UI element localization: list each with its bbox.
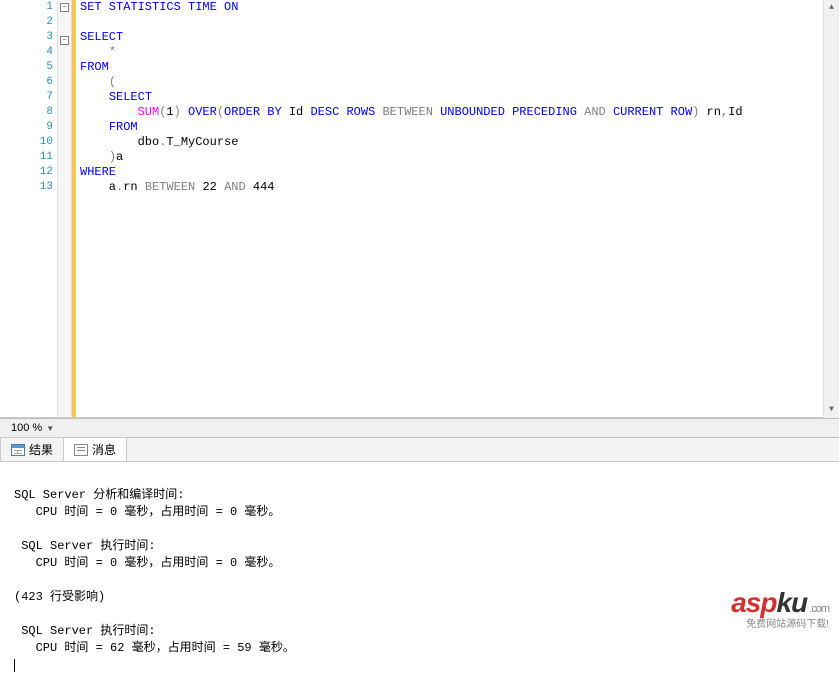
msg-exec1-line: CPU 时间 = 0 毫秒，占用时间 = 0 毫秒。 <box>14 556 280 570</box>
watermark-dotcom: .com <box>809 603 829 615</box>
text-cursor <box>14 659 15 672</box>
code-line[interactable]: ( <box>80 75 839 90</box>
code-line[interactable]: SELECT <box>80 30 839 45</box>
line-number: 8 <box>0 105 53 120</box>
zoom-dropdown[interactable]: 100 % ▼ <box>6 421 59 435</box>
watermark-ku: ku <box>776 587 807 618</box>
messages-icon <box>74 444 88 456</box>
watermark: aspku.com 免费网站源码下载! <box>731 587 829 630</box>
msg-exec2-line: CPU 时间 = 62 毫秒，占用时间 = 59 毫秒。 <box>14 641 295 655</box>
code-line[interactable]: )a <box>80 150 839 165</box>
code-line[interactable]: * <box>80 45 839 60</box>
watermark-sub: 免费网站源码下载! <box>731 615 829 630</box>
line-number: 5 <box>0 60 53 75</box>
line-number: 2 <box>0 15 53 30</box>
fold-gutter: −− <box>58 0 72 417</box>
watermark-asp: asp <box>731 587 776 618</box>
line-number: 4 <box>0 45 53 60</box>
line-number: 6 <box>0 75 53 90</box>
results-tabs: 结果 消息 <box>0 438 839 462</box>
grid-icon <box>11 444 25 456</box>
scroll-up-button[interactable]: ▲ <box>824 0 839 16</box>
scroll-down-button[interactable]: ▼ <box>824 402 839 418</box>
messages-output[interactable]: SQL Server 分析和编译时间: CPU 时间 = 0 毫秒，占用时间 =… <box>0 462 839 682</box>
zoom-value: 100 % <box>11 422 42 434</box>
tab-results-label: 结果 <box>29 441 53 458</box>
tab-results[interactable]: 结果 <box>0 437 64 461</box>
line-number: 10 <box>0 135 53 150</box>
line-number: 13 <box>0 180 53 195</box>
tab-messages[interactable]: 消息 <box>63 437 127 461</box>
fold-toggle[interactable]: − <box>60 3 69 12</box>
code-line[interactable]: SELECT <box>80 90 839 105</box>
code-editor[interactable]: SET STATISTICS TIME ONSELECT *FROM ( SEL… <box>76 0 839 417</box>
editor-vertical-scrollbar[interactable]: ▲ ▼ <box>823 0 839 418</box>
line-number: 1 <box>0 0 53 15</box>
line-number: 7 <box>0 90 53 105</box>
code-line[interactable]: FROM <box>80 120 839 135</box>
code-line[interactable]: dbo.T_MyCourse <box>80 135 839 150</box>
msg-exec1-title: SQL Server 执行时间: <box>14 539 156 553</box>
msg-parse-line: CPU 时间 = 0 毫秒，占用时间 = 0 毫秒。 <box>14 505 280 519</box>
tab-messages-label: 消息 <box>92 441 116 458</box>
fold-toggle[interactable]: − <box>60 36 69 45</box>
code-line[interactable]: FROM <box>80 60 839 75</box>
sql-editor-panel: 12345678910111213 −− SET STATISTICS TIME… <box>0 0 839 418</box>
msg-rows-affected: (423 行受影响) <box>14 590 105 604</box>
zoom-bar: 100 % ▼ <box>0 418 839 438</box>
code-line[interactable]: SET STATISTICS TIME ON <box>80 0 839 15</box>
code-line[interactable]: a.rn BETWEEN 22 AND 444 <box>80 180 839 195</box>
msg-parse-title: SQL Server 分析和编译时间: <box>14 488 184 502</box>
line-number-gutter: 12345678910111213 <box>0 0 58 417</box>
line-number: 12 <box>0 165 53 180</box>
line-number: 11 <box>0 150 53 165</box>
msg-exec2-title: SQL Server 执行时间: <box>14 624 156 638</box>
chevron-down-icon: ▼ <box>46 424 54 433</box>
line-number: 9 <box>0 120 53 135</box>
code-line[interactable]: WHERE <box>80 165 839 180</box>
code-line[interactable]: SUM(1) OVER(ORDER BY Id DESC ROWS BETWEE… <box>80 105 839 120</box>
code-line[interactable] <box>80 15 839 30</box>
line-number: 3 <box>0 30 53 45</box>
